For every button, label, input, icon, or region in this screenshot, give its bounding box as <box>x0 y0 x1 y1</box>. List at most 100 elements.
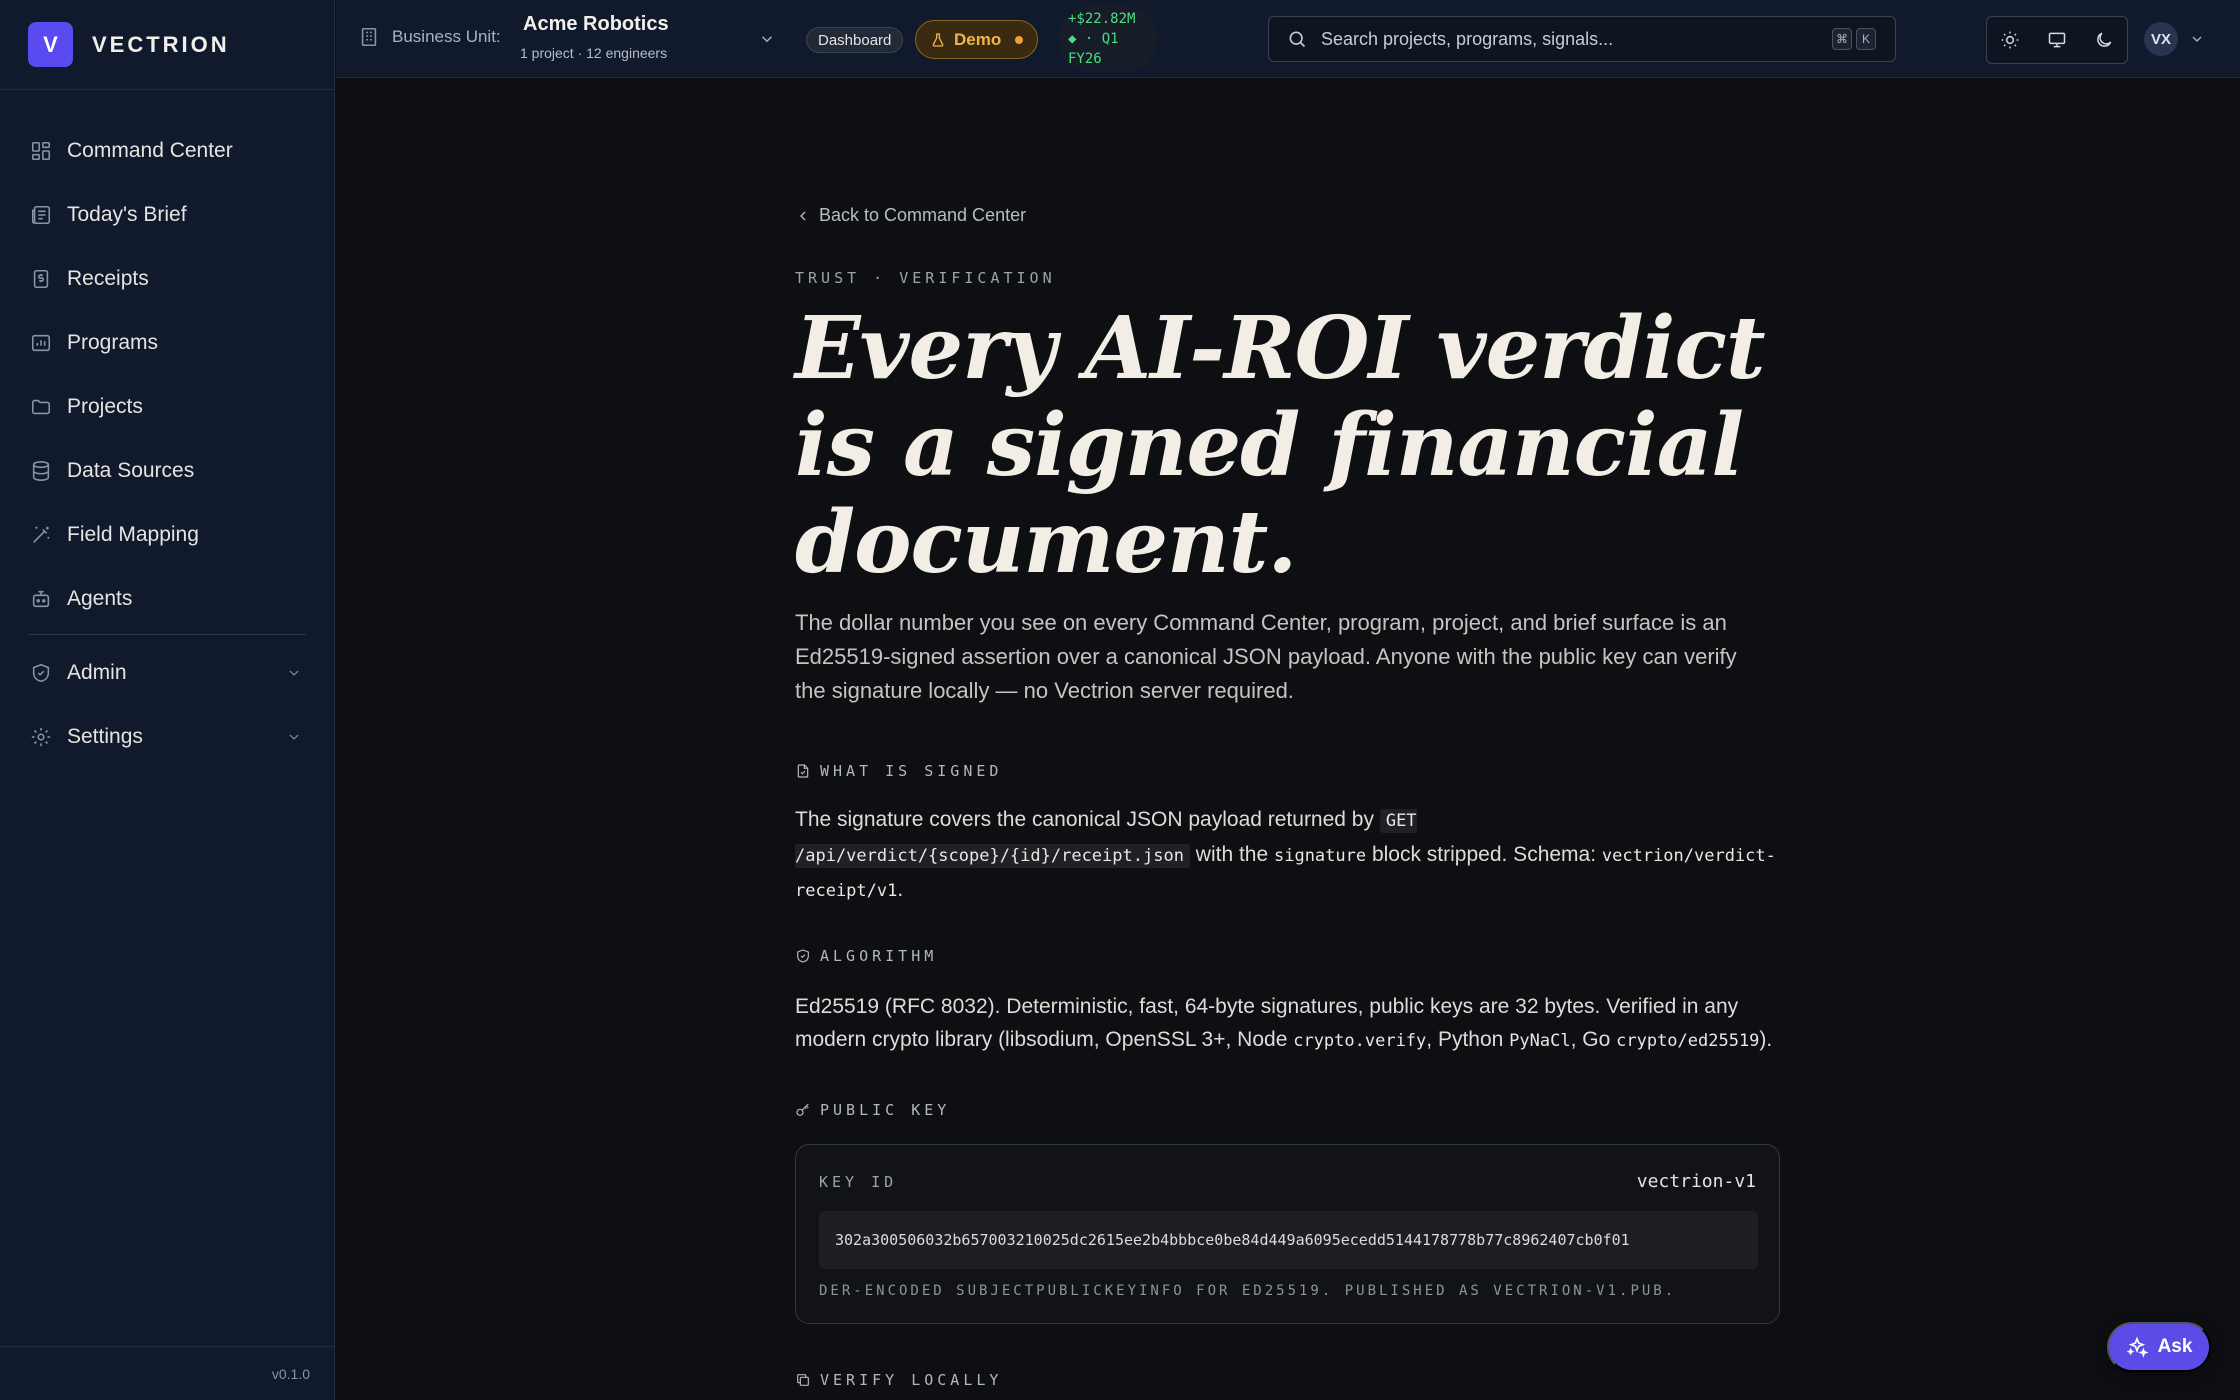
sidebar-item-label: Settings <box>67 725 143 748</box>
sidebar-item-label: Receipts <box>67 267 149 290</box>
shield-icon <box>32 663 50 683</box>
public-key-note: DER-ENCODED SUBJECTPUBLICKEYINFO FOR ED2… <box>819 1283 1677 1299</box>
sidebar-item-admin[interactable]: Admin <box>0 641 334 705</box>
sidebar-item-label: Field Mapping <box>67 523 199 546</box>
section-public-key: PUBLIC KEY <box>795 1101 950 1119</box>
avatar[interactable]: VX <box>2144 22 2178 56</box>
key-id-value: vectrion-v1 <box>1636 1171 1756 1192</box>
chevron-down-icon <box>289 734 299 740</box>
demo-label: Demo <box>954 29 1002 49</box>
kbd-cmd: ⌘ <box>1832 28 1852 50</box>
page-eyebrow: TRUST · VERIFICATION <box>795 269 1056 287</box>
section-verify-locally: VERIFY LOCALLY <box>795 1371 1002 1389</box>
sidebar-item-label: Today's Brief <box>67 203 187 226</box>
what-is-signed-text: The signature covers the canonical JSON … <box>795 803 1785 908</box>
business-unit-label: Business Unit: <box>392 27 501 46</box>
sidebar-item-todays-brief[interactable]: Today's Brief <box>0 183 334 247</box>
code-pynacl: PyNaCl <box>1509 1031 1571 1051</box>
search-input[interactable] <box>1321 28 1821 50</box>
code-go-ed25519: crypto/ed25519 <box>1616 1031 1760 1051</box>
text-segment: block stripped. Schema: <box>1366 843 1602 866</box>
text-segment: with the <box>1189 843 1274 866</box>
theme-switcher <box>1986 16 2128 64</box>
sidebar-nav: Command Center Today's Brief Receipts Pr… <box>0 90 334 769</box>
section-heading: WHAT IS SIGNED <box>820 762 1003 780</box>
version-label: v0.1.0 <box>271 1365 310 1382</box>
grid-icon <box>31 141 51 161</box>
moon-icon[interactable] <box>2094 30 2114 50</box>
key-id-label: KEY ID <box>819 1173 898 1191</box>
public-key-card: KEY ID vectrion-v1 302a300506032b6570032… <box>795 1144 1780 1324</box>
search-icon <box>1289 31 1306 48</box>
roi-fiscal-year: FY26 <box>1068 51 1102 67</box>
code-crypto-verify: crypto.verify <box>1293 1031 1427 1051</box>
sidebar-item-settings[interactable]: Settings <box>0 705 334 769</box>
sidebar-item-field-mapping[interactable]: Field Mapping <box>0 503 334 567</box>
sidebar-item-receipts[interactable]: Receipts <box>0 247 334 311</box>
text-segment: ). <box>1759 1028 1773 1051</box>
database-icon <box>32 461 50 481</box>
file-icon <box>797 764 809 778</box>
monitor-icon[interactable] <box>2047 30 2067 50</box>
text-segment: , Go <box>1570 1028 1617 1051</box>
public-key-hex[interactable]: 302a300506032b657003210025dc2615ee2b4bbb… <box>819 1211 1758 1269</box>
version-footer: v0.1.0 <box>0 1346 334 1400</box>
kbd-k: K <box>1856 28 1876 50</box>
chevron-down-icon <box>289 670 299 676</box>
sidebar-item-label: Programs <box>67 331 159 354</box>
section-heading: PUBLIC KEY <box>820 1101 951 1119</box>
sidebar-item-label: Agents <box>67 587 133 610</box>
sparkles-icon <box>2126 1336 2148 1358</box>
algorithm-text: Ed25519 (RFC 8032). Deterministic, fast,… <box>795 990 1785 1058</box>
chevron-down-icon[interactable] <box>758 30 776 48</box>
ask-label: Ask <box>2157 1336 2193 1357</box>
building-icon <box>358 26 380 48</box>
sidebar-item-label: Admin <box>67 661 127 684</box>
folder-icon <box>31 399 51 415</box>
sidebar-item-command-center[interactable]: Command Center <box>0 119 334 183</box>
sidebar-item-data-sources[interactable]: Data Sources <box>0 439 334 503</box>
demo-pill[interactable]: Demo <box>915 20 1039 59</box>
section-what-is-signed: WHAT IS SIGNED <box>795 762 1002 780</box>
sidebar-item-agents[interactable]: Agents <box>0 567 334 631</box>
sun-icon[interactable] <box>2000 30 2020 50</box>
chart-icon <box>31 334 51 352</box>
sidebar-item-label: Projects <box>67 395 143 418</box>
gear-icon <box>31 727 51 747</box>
flask-icon <box>932 32 944 47</box>
ask-button[interactable]: Ask <box>2107 1322 2211 1372</box>
section-heading: ALGORITHM <box>820 947 938 965</box>
brand-logo: V <box>28 22 73 67</box>
shield-check-icon <box>797 949 809 963</box>
roi-ticker[interactable]: +$22.82M ◆ · Q1 FY26 <box>1058 6 1158 72</box>
sidebar-item-programs[interactable]: Programs <box>0 311 334 375</box>
brand[interactable]: V VECTRION <box>0 0 334 90</box>
business-unit-subtitle: 1 project · 12 engineers <box>520 45 668 61</box>
sidebar-item-label: Data Sources <box>67 459 195 482</box>
page-lede: The dollar number you see on every Comma… <box>795 610 1737 703</box>
receipt-icon <box>33 269 49 289</box>
status-dot <box>1015 35 1024 44</box>
business-unit-selector[interactable]: Acme Robotics <box>523 13 669 36</box>
chevron-left-icon <box>800 211 806 220</box>
text-segment: , Python <box>1426 1028 1510 1051</box>
roi-value: +$22.82M <box>1068 11 1136 27</box>
bot-icon <box>32 590 50 608</box>
topbar: Business Unit: Acme Robotics 1 project ·… <box>336 0 2240 78</box>
chevron-down-icon[interactable] <box>2189 31 2205 47</box>
wand-icon <box>33 526 50 543</box>
back-link[interactable]: Back to Command Center <box>795 205 1026 226</box>
sidebar-item-label: Command Center <box>67 139 233 162</box>
sidebar-divider <box>28 634 306 635</box>
text-segment: . <box>897 878 904 901</box>
sidebar-item-projects[interactable]: Projects <box>0 375 334 439</box>
brand-name: VECTRION <box>92 31 230 57</box>
signature-code: signature <box>1273 846 1367 866</box>
text-segment: The signature covers the canonical JSON … <box>795 808 1380 831</box>
copy-icon <box>797 1374 809 1386</box>
page-title: Every AI-ROI verdict is a signed financi… <box>795 298 1766 593</box>
search-bar[interactable]: ⌘ K <box>1268 16 1896 62</box>
dashboard-pill[interactable]: Dashboard <box>806 27 904 53</box>
newspaper-icon <box>31 205 51 225</box>
section-algorithm: ALGORITHM <box>795 947 937 965</box>
